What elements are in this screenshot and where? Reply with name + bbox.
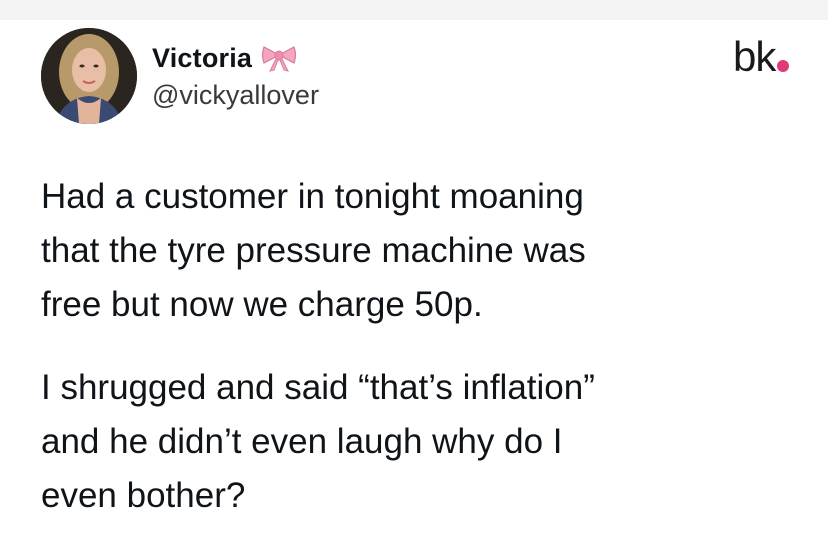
tweet-line: that the tyre pressure machine was [41, 231, 586, 270]
logo-text: bk [733, 33, 776, 80]
tweet-card: Victoria @vickyallover bk Had a customer… [0, 20, 828, 553]
tweet-line: free but now we charge 50p. [41, 285, 483, 324]
source-logo: bk [733, 33, 790, 80]
avatar[interactable] [41, 28, 137, 124]
tweet-line: Had a customer in tonight moaning [41, 177, 584, 216]
tweet-line: and he didn’t even laugh why do I [41, 422, 563, 461]
logo-dot [777, 60, 790, 72]
top-strip [0, 0, 828, 20]
display-name[interactable]: Victoria [152, 43, 252, 74]
profile-photo-icon [41, 28, 137, 124]
tweet-paragraph-2: I shrugged and said “that’s inflation” a… [41, 361, 801, 523]
tweet-line: I shrugged and said “that’s inflation” [41, 368, 595, 407]
author-name-row: Victoria [152, 40, 298, 76]
tweet-paragraph-1: Had a customer in tonight moaning that t… [41, 170, 801, 332]
bow-emoji-icon [260, 44, 298, 72]
user-handle[interactable]: @vickyallover [152, 80, 319, 111]
tweet-line: even bother? [41, 476, 246, 515]
